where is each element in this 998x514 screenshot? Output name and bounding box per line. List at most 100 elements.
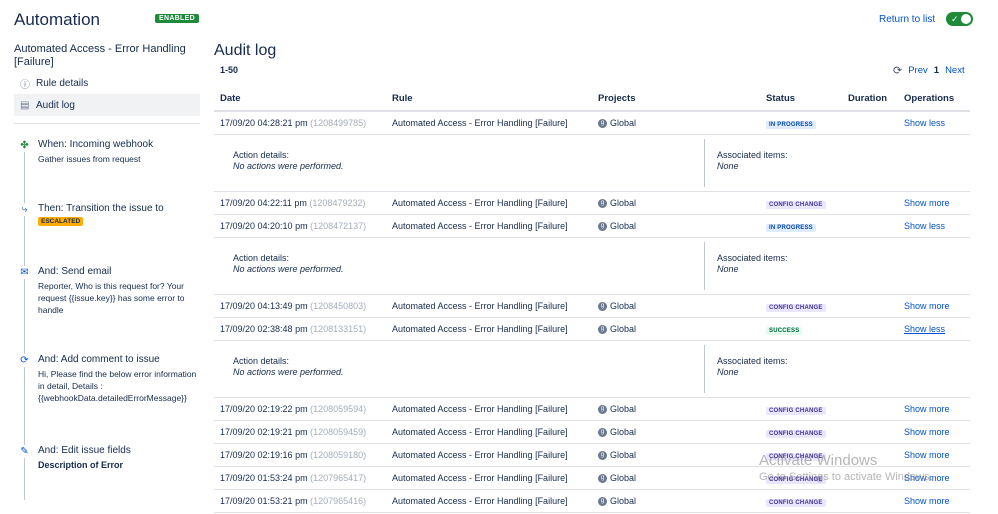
step-sub: Description of Error (38, 459, 203, 471)
watermark-line1: Activate Windows (759, 452, 878, 469)
globe-icon: g (598, 222, 607, 232)
associated-items-value: None (717, 264, 739, 274)
row-status: CONFIG CHANGE (766, 398, 826, 422)
toggle-details-link[interactable]: Show less (904, 221, 945, 231)
row-details-panel: Action details: No actions were performed… (214, 135, 970, 192)
action-details: Action details: No actions were performed… (233, 253, 344, 275)
date-text: 17/09/20 01:53:24 pm (220, 473, 308, 483)
prev-link[interactable]: Prev (908, 65, 928, 76)
side-nav: ⓘ Rule details ▤ Audit log (14, 72, 200, 116)
step-trigger[interactable]: ✤ When: Incoming webhook Gather issues f… (18, 139, 203, 165)
row-date: 17/09/20 01:53:24 pm (1207965417) (220, 467, 366, 489)
step-edit-fields[interactable]: ✎ And: Edit issue fields Description of … (18, 445, 203, 471)
status-lozenge: CONFIG CHANGE (766, 407, 826, 415)
toggle-details-link[interactable]: Show more (904, 427, 950, 437)
watermark-line2: Go to Settings to activate Windows. (759, 471, 933, 483)
associated-items-value: None (717, 161, 739, 171)
execution-id: (1208059180) (310, 450, 367, 460)
row-date: 17/09/20 04:13:49 pm (1208450803) (220, 295, 366, 317)
table-row: 17/09/20 02:19:21 pm (1208059459) Automat… (214, 421, 970, 444)
sidebar-divider (14, 123, 200, 124)
step-head: And: Edit issue fields (38, 445, 131, 456)
step-sub-bold: Description of Error (38, 460, 124, 470)
enabled-badge: ENABLED (155, 14, 199, 23)
associated-items-label: Associated items: (717, 150, 788, 160)
toggle-knob (961, 14, 971, 24)
nav-rule-details[interactable]: ⓘ Rule details (14, 72, 200, 94)
status-lozenge: CONFIG CHANGE (766, 499, 826, 507)
globe-icon: g (598, 474, 607, 484)
associated-items-label: Associated items: (717, 356, 788, 366)
row-rule: Automated Access - Error Handling [Failu… (392, 324, 568, 334)
associated-items: Associated items: None (717, 356, 788, 378)
step-transition[interactable]: ⤷ Then: Transition the issue to ESCALATE… (18, 203, 203, 226)
return-to-list-link[interactable]: Return to list (879, 14, 935, 25)
row-rule: Automated Access - Error Handling [Failu… (392, 427, 568, 437)
action-details-label: Action details: (233, 253, 290, 263)
action-details-value: No actions were performed. (233, 367, 344, 377)
date-text: 17/09/20 02:19:16 pm (220, 450, 308, 460)
status-lozenge: CONFIG CHANGE (766, 430, 826, 438)
details-divider (704, 242, 705, 290)
rule-enabled-toggle[interactable]: ✓ (946, 12, 973, 26)
project-name: Global (610, 473, 637, 483)
row-project: g Global (598, 318, 636, 340)
row-date: 17/09/20 04:28:21 pm (1208499785) (220, 112, 366, 134)
date-text: 17/09/20 04:20:10 pm (220, 221, 308, 231)
toggle-details-link[interactable]: Show more (904, 198, 950, 208)
toggle-details-link[interactable]: Show more (904, 496, 950, 506)
row-operations: Show more (904, 192, 950, 214)
row-operations: Show more (904, 398, 950, 420)
row-rule: Automated Access - Error Handling [Failu… (392, 496, 568, 506)
col-status: Status (766, 93, 796, 104)
webhook-icon: ✤ (18, 139, 31, 152)
toggle-details-link[interactable]: Show less (904, 324, 945, 334)
refresh-icon[interactable]: ⟳ (893, 64, 902, 77)
table-row: 17/09/20 04:28:21 pm (1208499785) Automat… (214, 112, 970, 135)
toggle-details-link[interactable]: Show less (904, 118, 945, 128)
action-details-label: Action details: (233, 150, 290, 160)
nav-label: Rule details (36, 77, 89, 89)
row-status: IN PROGRESS (766, 215, 816, 239)
execution-id: (1208450803) (310, 301, 367, 311)
row-project: g Global (598, 192, 636, 214)
globe-icon: g (598, 451, 607, 461)
row-date: 17/09/20 04:20:10 pm (1208472137) (220, 215, 366, 237)
row-operations: Show more (904, 421, 950, 443)
current-page: 1 (933, 65, 940, 76)
step-head: Then: Transition the issue to (38, 203, 164, 214)
row-project: g Global (598, 490, 636, 512)
date-text: 17/09/20 04:13:49 pm (220, 301, 308, 311)
app-title: Automation (14, 10, 100, 29)
step-add-comment[interactable]: ⟳ And: Add comment to issue Hi, Please f… (18, 354, 203, 404)
date-text: 17/09/20 01:53:21 pm (220, 496, 308, 506)
step-send-email[interactable]: ✉ And: Send email Reporter, Who is this … (18, 266, 203, 316)
date-text: 17/09/20 02:19:22 pm (220, 404, 308, 414)
info-icon: ⓘ (20, 79, 30, 91)
execution-id: (1208059594) (310, 404, 367, 414)
execution-id: (1207965417) (310, 473, 367, 483)
row-details-panel: Action details: No actions were performed… (214, 238, 970, 295)
execution-id: (1208133151) (310, 324, 367, 334)
table-row: 17/09/20 02:38:48 pm (1208133151) Automat… (214, 318, 970, 341)
project-name: Global (610, 427, 637, 437)
associated-items-label: Associated items: (717, 253, 788, 263)
row-date: 17/09/20 02:19:22 pm (1208059594) (220, 398, 366, 420)
status-lozenge: IN PROGRESS (766, 224, 816, 232)
row-status: SUCCESS (766, 318, 803, 342)
project-name: Global (610, 301, 637, 311)
comment-icon: ⟳ (18, 354, 31, 367)
row-details-panel: Action details: No actions were performed… (214, 341, 970, 398)
row-operations: Show less (904, 215, 945, 237)
table-row: 17/09/20 01:53:21 pm (1207965416) Automat… (214, 490, 970, 513)
toggle-details-link[interactable]: Show more (904, 404, 950, 414)
nav-audit-log[interactable]: ▤ Audit log (14, 94, 200, 116)
col-rule: Rule (392, 93, 413, 104)
toggle-details-link[interactable]: Show more (904, 301, 950, 311)
globe-icon: g (598, 428, 607, 438)
next-link[interactable]: Next (945, 65, 965, 76)
project-name: Global (610, 450, 637, 460)
action-details: Action details: No actions were performed… (233, 356, 344, 378)
email-icon: ✉ (18, 266, 31, 279)
step-sub: Reporter, Who is this request for? Your … (38, 281, 185, 315)
